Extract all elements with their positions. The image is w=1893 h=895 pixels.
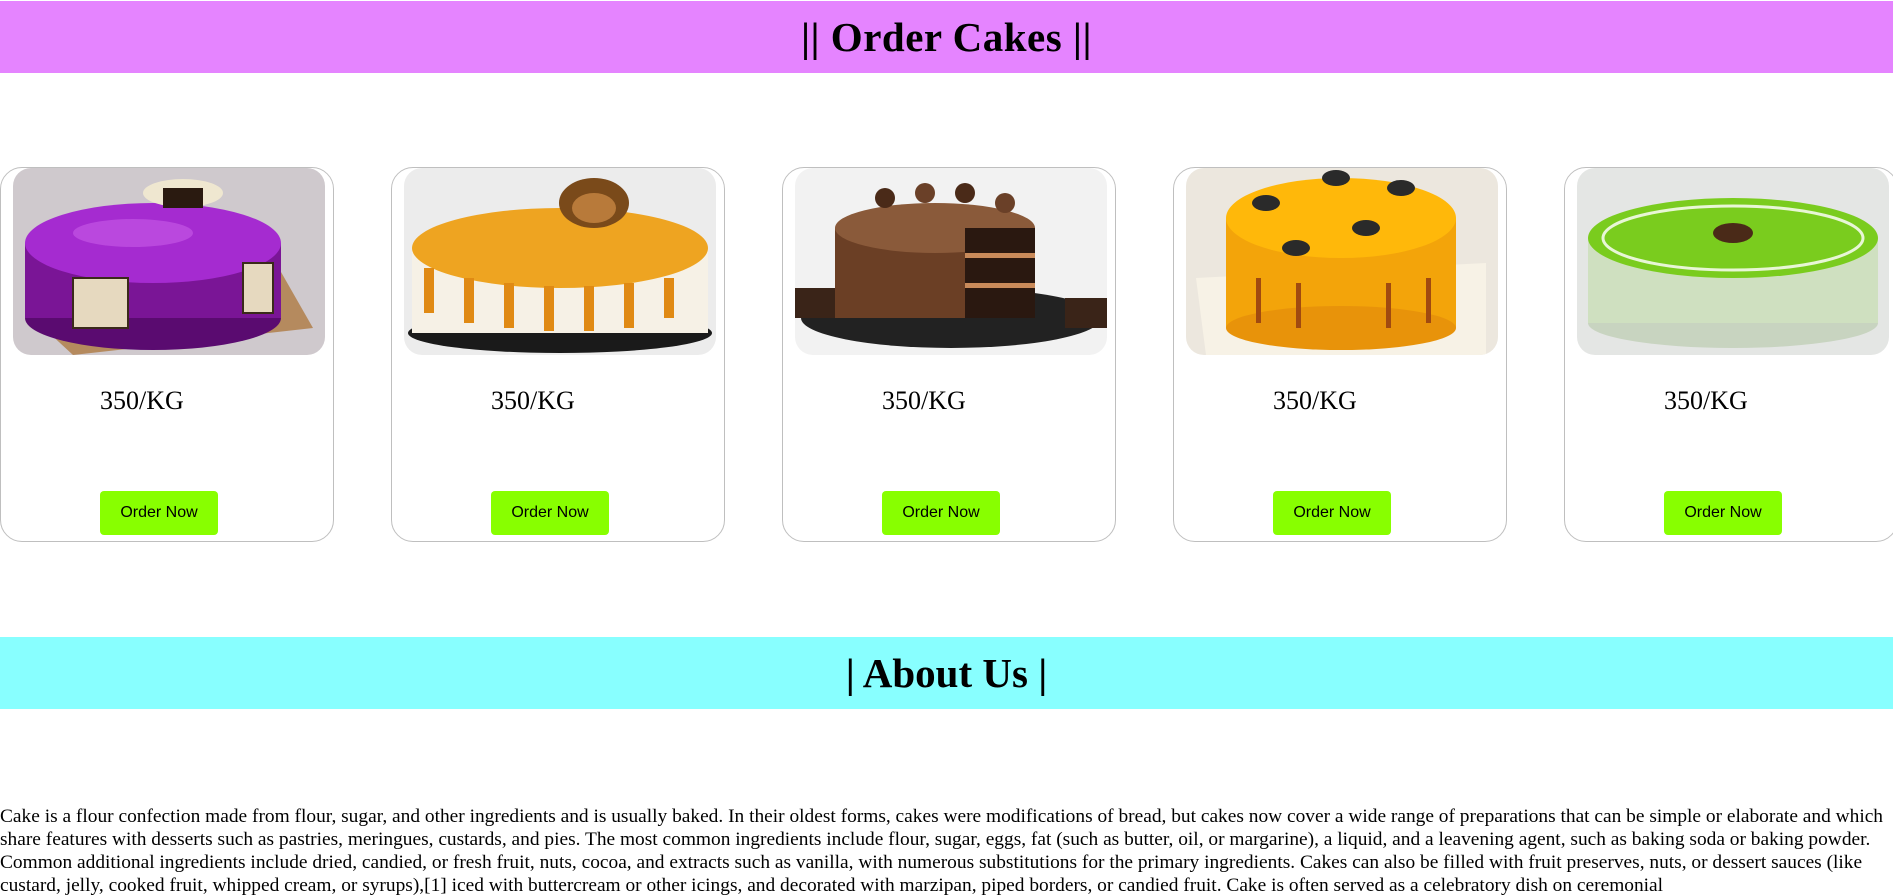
cake-card: 350/KG Order Now — [1173, 167, 1507, 542]
cake-price: 350/KG — [491, 386, 575, 415]
cake-card: 350/KG Order Now — [1564, 167, 1893, 542]
order-cakes-header: || Order Cakes || — [0, 1, 1893, 73]
cake-image-chocolate — [795, 168, 1107, 355]
cake-image-pista — [1577, 168, 1889, 355]
cake-card: 350/KG Order Now — [391, 167, 725, 542]
cake-price: 350/KG — [1273, 386, 1357, 415]
about-us-title: | About Us | — [845, 650, 1048, 696]
about-us-text: Cake is a flour confection made from flo… — [0, 806, 1884, 895]
cake-price: 350/KG — [1664, 386, 1748, 415]
cake-image-mango — [1186, 168, 1498, 355]
cake-image-purple — [13, 168, 325, 355]
order-now-button[interactable]: Order Now — [1273, 491, 1391, 535]
cake-price: 350/KG — [100, 386, 184, 415]
cake-card: 350/KG Order Now — [0, 167, 334, 542]
cake-card: 350/KG Order Now — [782, 167, 1116, 542]
order-cakes-title: || Order Cakes || — [801, 14, 1092, 60]
page: || Order Cakes || 350/KG Order Now 350/K… — [0, 0, 1893, 895]
order-now-button[interactable]: Order Now — [491, 491, 609, 535]
order-now-button[interactable]: Order Now — [1664, 491, 1782, 535]
about-us-header: | About Us | — [0, 637, 1893, 709]
order-now-button[interactable]: Order Now — [100, 491, 218, 535]
cake-image-butterscotch — [404, 168, 716, 355]
order-now-button[interactable]: Order Now — [882, 491, 1000, 535]
cake-price: 350/KG — [882, 386, 966, 415]
cake-card-list: 350/KG Order Now 350/KG Order Now 350/KG… — [0, 167, 1893, 544]
